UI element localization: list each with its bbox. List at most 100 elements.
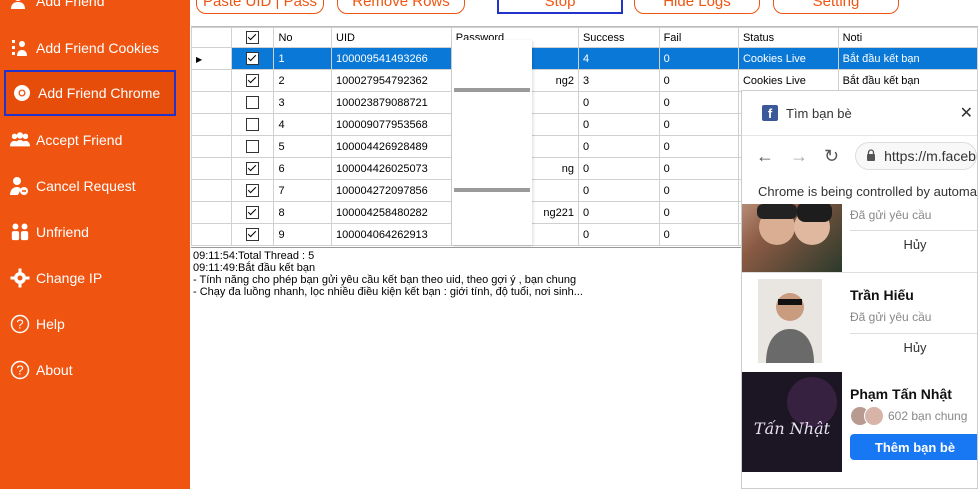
row-checkbox[interactable] <box>230 47 275 70</box>
row-checkbox[interactable] <box>230 135 275 158</box>
cell-uid[interactable]: 100009077953568 <box>331 113 452 136</box>
cell-status[interactable]: Cookies Live <box>737 69 839 92</box>
automation-info-bar: Chrome is being controlled by automa <box>742 176 977 207</box>
sidebar-item-accept-friend[interactable]: Accept Friend <box>4 117 176 163</box>
sidebar-item-add-friend-chrome[interactable]: Add Friend Chrome <box>4 70 176 116</box>
sidebar-item-label: About <box>36 362 73 378</box>
chrome-tab[interactable]: f Tìm bạn bè ✕ <box>742 91 977 136</box>
row-checkbox[interactable] <box>230 69 275 92</box>
cell-success[interactable]: 3 <box>577 69 660 92</box>
cell-success[interactable]: 0 <box>577 91 660 114</box>
row-header[interactable] <box>191 157 232 180</box>
row-header[interactable] <box>191 223 232 246</box>
cell-success[interactable]: 0 <box>577 135 660 158</box>
row-checkbox[interactable] <box>230 201 275 224</box>
friend-name[interactable]: Trần Hiếu <box>850 287 914 303</box>
col-header-status[interactable]: Status <box>737 27 839 48</box>
add-friend-button[interactable]: Thêm bạn bè <box>850 434 977 460</box>
cell-uid[interactable]: 100004426928489 <box>331 135 452 158</box>
sidebar-item-cancel-request[interactable]: Cancel Request <box>4 163 176 209</box>
sidebar-item-unfriend[interactable]: Unfriend <box>4 209 176 255</box>
cell-noti[interactable]: Bắt đầu kết bạn <box>837 47 978 70</box>
table-row[interactable]: ▶ 1 100009541493266 4 0 Cookies Live Bắt đầu k… <box>191 47 978 70</box>
cell-no[interactable]: 3 <box>273 91 333 114</box>
forward-icon[interactable]: → <box>790 146 808 167</box>
sidebar-item-add-friend[interactable]: Add Friend <box>4 0 176 24</box>
col-header-noti[interactable]: Noti <box>837 27 978 48</box>
row-checkbox[interactable] <box>230 113 275 136</box>
col-header-uid[interactable]: UID <box>331 27 452 48</box>
stop-button[interactable]: Stop <box>497 0 623 14</box>
cell-success[interactable]: 0 <box>577 179 660 202</box>
cell-success[interactable]: 0 <box>577 157 660 180</box>
cell-success[interactable]: 0 <box>577 201 660 224</box>
cell-no[interactable]: 6 <box>273 157 333 180</box>
cell-no[interactable]: 2 <box>273 69 333 92</box>
select-all-checkbox[interactable] <box>230 27 275 48</box>
row-header[interactable] <box>191 201 232 224</box>
row-checkbox[interactable] <box>230 91 275 114</box>
sidebar-item-change-ip[interactable]: Change IP <box>4 255 176 301</box>
col-header-fail[interactable]: Fail <box>658 27 739 48</box>
cell-uid[interactable]: 100004064262913 <box>331 223 452 246</box>
cell-fail[interactable]: 0 <box>658 179 739 202</box>
row-header[interactable] <box>191 135 232 158</box>
cell-fail[interactable]: 0 <box>658 201 739 224</box>
friend-photo <box>742 204 842 272</box>
sidebar-item-about[interactable]: ? About <box>4 347 176 393</box>
row-header[interactable] <box>191 91 232 114</box>
hide-logs-button[interactable]: Hide Logs <box>634 0 760 14</box>
cell-uid[interactable]: 100004426025073 <box>331 157 452 180</box>
row-checkbox[interactable] <box>230 157 275 180</box>
address-bar[interactable]: https://m.faceb <box>855 142 977 170</box>
cell-uid[interactable]: 100027954792362 <box>331 69 452 92</box>
chrome-icon <box>12 83 32 103</box>
sidebar-item-label: Add Friend Chrome <box>38 85 161 101</box>
row-header[interactable]: ▶ <box>191 47 232 70</box>
cell-fail[interactable]: 0 <box>658 135 739 158</box>
cell-fail[interactable]: 0 <box>658 91 739 114</box>
cell-status[interactable]: Cookies Live <box>737 47 839 70</box>
row-checkbox[interactable] <box>230 223 275 246</box>
cell-fail[interactable]: 0 <box>658 157 739 180</box>
cell-no[interactable]: 9 <box>273 223 333 246</box>
chrome-window[interactable]: f Tìm bạn bè ✕ ← → ↻ https://m.faceb Chr… <box>741 90 978 489</box>
cell-fail[interactable]: 0 <box>658 113 739 136</box>
cell-no[interactable]: 1 <box>273 47 333 70</box>
row-header[interactable] <box>191 113 232 136</box>
row-header[interactable] <box>191 69 232 92</box>
table-row[interactable]: 2 100027954792362 ng2 3 0 Cookies Live Bắt đầu… <box>191 69 978 92</box>
col-header-no[interactable]: No <box>273 27 333 48</box>
cell-uid[interactable]: 100023879088721 <box>331 91 452 114</box>
setting-button[interactable]: Setting <box>773 0 899 14</box>
thumb-text: Tấn Nhật <box>754 419 831 438</box>
cell-fail[interactable]: 0 <box>658 47 739 70</box>
row-header[interactable] <box>191 179 232 202</box>
cell-success[interactable]: 0 <box>577 113 660 136</box>
remove-rows-button[interactable]: Remove Rows <box>337 0 465 14</box>
cell-uid[interactable]: 100004258480282 <box>331 201 452 224</box>
cell-noti[interactable]: Bắt đầu kết bạn <box>837 69 978 92</box>
cell-success[interactable]: 0 <box>577 223 660 246</box>
cell-uid[interactable]: 100009541493266 <box>331 47 452 70</box>
cell-no[interactable]: 5 <box>273 135 333 158</box>
cell-fail[interactable]: 0 <box>658 69 739 92</box>
cell-no[interactable]: 8 <box>273 201 333 224</box>
back-icon[interactable]: ← <box>756 146 774 167</box>
cell-no[interactable]: 4 <box>273 113 333 136</box>
row-checkbox[interactable] <box>230 179 275 202</box>
col-header-success[interactable]: Success <box>577 27 660 48</box>
close-icon[interactable]: ✕ <box>960 103 973 123</box>
cancel-request-button[interactable]: Hủy <box>850 333 977 360</box>
sidebar-item-add-friend-cookies[interactable]: Add Friend Cookies <box>4 25 176 71</box>
cell-no[interactable]: 7 <box>273 179 333 202</box>
cell-uid[interactable]: 100004272097856 <box>331 179 452 202</box>
cell-fail[interactable]: 0 <box>658 223 739 246</box>
paste-uid-pass-button[interactable]: Paste UID | Pass <box>196 0 324 14</box>
sidebar-item-help[interactable]: ? Help <box>4 301 176 347</box>
friend-name[interactable]: Phạm Tấn Nhật <box>850 386 952 402</box>
reload-icon[interactable]: ↻ <box>824 146 839 167</box>
cancel-request-button[interactable]: Hủy <box>850 230 977 257</box>
mutual-friends: 602 bạn chung <box>850 406 967 426</box>
cell-success[interactable]: 4 <box>577 47 660 70</box>
